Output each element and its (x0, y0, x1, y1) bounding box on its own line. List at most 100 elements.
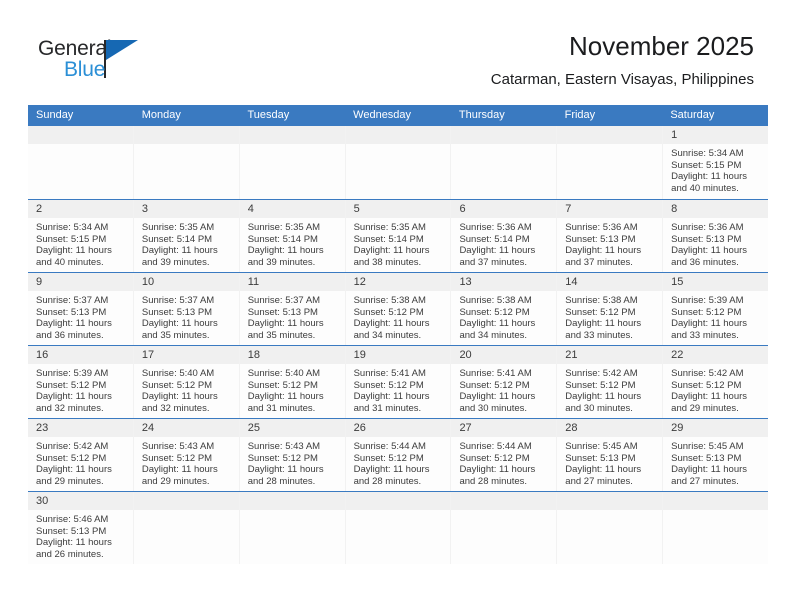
day-number: 14 (557, 273, 663, 291)
day-number: 22 (663, 346, 769, 364)
day-cell[interactable]: 24 Sunrise: 5:43 AM Sunset: 5:12 PM Dayligh… (132, 419, 239, 491)
day-cell[interactable]: 30 Sunrise: 5:46 AM Sunset: 5:13 PM Dayligh… (28, 492, 133, 564)
day-cell[interactable]: 19 Sunrise: 5:41 AM Sunset: 5:12 PM Dayligh… (344, 346, 451, 418)
weekday-header-thursday: Thursday (458, 109, 505, 121)
day-cell[interactable]: 4 Sunrise: 5:35 AM Sunset: 5:14 PM Daylight… (238, 200, 345, 272)
sunset-time: Sunset: 5:14 PM (141, 233, 213, 245)
sunrise-time: Sunrise: 5:42 AM (565, 368, 638, 379)
daylight-duration: Daylight: 11 hours and 28 minutes. (247, 464, 324, 487)
day-sun-info: Sunrise: 5:46 AM Sunset: 5:13 PM Daylight:… (28, 510, 133, 560)
daylight-duration: Daylight: 11 hours and 37 minutes. (565, 245, 642, 268)
day-number (133, 126, 239, 144)
daylight-duration: Daylight: 11 hours and 32 minutes. (36, 391, 112, 414)
day-cell[interactable]: 2 Sunrise: 5:34 AM Sunset: 5:15 PM Daylight… (28, 200, 133, 272)
sunrise-time: Sunrise: 5:38 AM (565, 295, 638, 306)
week-row: 30 Sunrise: 5:46 AM Sunset: 5:13 PM Dayligh… (28, 491, 769, 564)
day-cell-empty (132, 492, 239, 564)
sunset-time: Sunset: 5:12 PM (565, 306, 636, 318)
daylight-duration: Daylight: 11 hours and 29 minutes. (36, 464, 112, 487)
day-sun-info: Sunrise: 5:37 AM Sunset: 5:13 PM Daylight:… (28, 291, 133, 341)
day-cell[interactable]: 15 Sunrise: 5:39 AM Sunset: 5:12 PM Dayligh… (662, 273, 769, 345)
day-cell[interactable]: 9 Sunrise: 5:37 AM Sunset: 5:13 PM Daylight… (28, 273, 133, 345)
day-number: 25 (239, 419, 345, 437)
day-cell[interactable]: 21 Sunrise: 5:42 AM Sunset: 5:12 PM Dayligh… (556, 346, 663, 418)
day-number: 3 (133, 200, 239, 218)
sunrise-time: Sunrise: 5:34 AM (36, 222, 109, 233)
day-number: 13 (451, 273, 557, 291)
daylight-duration: Daylight: 11 hours and 37 minutes. (459, 245, 536, 268)
day-sun-info: Sunrise: 5:34 AM Sunset: 5:15 PM Daylight:… (663, 144, 768, 194)
day-cell[interactable]: 26 Sunrise: 5:44 AM Sunset: 5:12 PM Dayligh… (344, 419, 451, 491)
day-cell[interactable]: 5 Sunrise: 5:35 AM Sunset: 5:14 PM Daylight… (344, 200, 451, 272)
day-cell[interactable]: 3 Sunrise: 5:35 AM Sunset: 5:14 PM Daylight… (132, 200, 239, 272)
sunset-time: Sunset: 5:12 PM (459, 379, 530, 391)
day-sun-info: Sunrise: 5:37 AM Sunset: 5:13 PM Daylight:… (240, 291, 345, 341)
day-sun-info: Sunrise: 5:38 AM Sunset: 5:12 PM Daylight:… (451, 291, 556, 341)
day-cell[interactable]: 22 Sunrise: 5:42 AM Sunset: 5:12 PM Dayligh… (662, 346, 769, 418)
day-number (239, 126, 345, 144)
general-blue-logo[interactable]: General Blue (38, 38, 188, 90)
sunrise-time: Sunrise: 5:43 AM (141, 441, 215, 452)
day-sun-info: Sunrise: 5:42 AM Sunset: 5:12 PM Daylight:… (663, 364, 768, 414)
day-cell[interactable]: 7 Sunrise: 5:36 AM Sunset: 5:13 PM Daylight… (556, 200, 663, 272)
day-cell[interactable]: 27 Sunrise: 5:44 AM Sunset: 5:12 PM Dayligh… (450, 419, 557, 491)
day-number: 12 (345, 273, 451, 291)
sunrise-time: Sunrise: 5:37 AM (247, 295, 321, 306)
daylight-duration: Daylight: 11 hours and 36 minutes. (36, 318, 112, 341)
sunset-time: Sunset: 5:15 PM (36, 233, 107, 245)
sunrise-time: Sunrise: 5:45 AM (565, 441, 638, 452)
day-sun-info: Sunrise: 5:38 AM Sunset: 5:12 PM Daylight:… (346, 291, 451, 341)
day-number (451, 126, 557, 144)
day-number: 29 (663, 419, 769, 437)
day-cell[interactable]: 23 Sunrise: 5:42 AM Sunset: 5:12 PM Dayligh… (28, 419, 133, 491)
week-row: 16 Sunrise: 5:39 AM Sunset: 5:12 PM Dayligh… (28, 345, 769, 418)
sunset-time: Sunset: 5:13 PM (671, 233, 742, 245)
day-cell[interactable]: 16 Sunrise: 5:39 AM Sunset: 5:12 PM Dayligh… (28, 346, 133, 418)
sunrise-time: Sunrise: 5:38 AM (459, 295, 532, 306)
calendar-grid: Sunday Monday Tuesday Wednesday Thursday Frid… (28, 105, 769, 564)
sunset-time: Sunset: 5:12 PM (353, 306, 424, 318)
day-number: 6 (451, 200, 557, 218)
day-cell[interactable]: 12 Sunrise: 5:38 AM Sunset: 5:12 PM Dayligh… (344, 273, 451, 345)
sunrise-time: Sunrise: 5:36 AM (565, 222, 638, 233)
day-cell[interactable]: 17 Sunrise: 5:40 AM Sunset: 5:12 PM Dayligh… (132, 346, 239, 418)
day-cell[interactable]: 18 Sunrise: 5:40 AM Sunset: 5:12 PM Dayligh… (238, 346, 345, 418)
sunrise-time: Sunrise: 5:36 AM (671, 222, 744, 233)
day-sun-info: Sunrise: 5:42 AM Sunset: 5:12 PM Daylight:… (557, 364, 662, 414)
sunset-time: Sunset: 5:12 PM (565, 379, 636, 391)
sunrise-time: Sunrise: 5:44 AM (353, 441, 426, 452)
day-number: 23 (28, 419, 133, 437)
day-number: 1 (663, 126, 769, 144)
sunset-time: Sunset: 5:13 PM (141, 306, 213, 318)
day-sun-info: Sunrise: 5:36 AM Sunset: 5:14 PM Daylight:… (451, 218, 556, 268)
day-sun-info: Sunrise: 5:39 AM Sunset: 5:12 PM Daylight:… (663, 291, 768, 341)
day-cell[interactable]: 14 Sunrise: 5:38 AM Sunset: 5:12 PM Dayligh… (556, 273, 663, 345)
day-cell[interactable]: 25 Sunrise: 5:43 AM Sunset: 5:12 PM Dayligh… (238, 419, 345, 491)
day-cell[interactable]: 13 Sunrise: 5:38 AM Sunset: 5:12 PM Dayligh… (450, 273, 557, 345)
daylight-duration: Daylight: 11 hours and 29 minutes. (141, 464, 218, 487)
day-cell[interactable]: 20 Sunrise: 5:41 AM Sunset: 5:12 PM Dayligh… (450, 346, 557, 418)
sunset-time: Sunset: 5:12 PM (247, 452, 318, 464)
day-sun-info: Sunrise: 5:35 AM Sunset: 5:14 PM Daylight:… (240, 218, 345, 268)
daylight-duration: Daylight: 11 hours and 32 minutes. (141, 391, 218, 414)
day-number: 11 (239, 273, 345, 291)
day-cell[interactable]: 6 Sunrise: 5:36 AM Sunset: 5:14 PM Daylight… (450, 200, 557, 272)
day-cell[interactable]: 11 Sunrise: 5:37 AM Sunset: 5:13 PM Dayligh… (238, 273, 345, 345)
day-cell[interactable]: 28 Sunrise: 5:45 AM Sunset: 5:13 PM Dayligh… (556, 419, 663, 491)
day-cell-empty (662, 492, 769, 564)
sunset-time: Sunset: 5:13 PM (36, 306, 107, 318)
day-number: 18 (239, 346, 345, 364)
day-cell[interactable]: 8 Sunrise: 5:36 AM Sunset: 5:13 PM Daylight… (662, 200, 769, 272)
sunset-time: Sunset: 5:13 PM (671, 452, 742, 464)
day-cell[interactable]: 29 Sunrise: 5:45 AM Sunset: 5:13 PM Dayligh… (662, 419, 769, 491)
day-number: 9 (28, 273, 133, 291)
day-cell[interactable]: 1 Sunrise: 5:34 AM Sunset: 5:15 PM Daylight… (662, 126, 769, 199)
day-cell[interactable]: 10 Sunrise: 5:37 AM Sunset: 5:13 PM Dayligh… (132, 273, 239, 345)
daylight-duration: Daylight: 11 hours and 40 minutes. (671, 171, 748, 194)
day-number: 24 (133, 419, 239, 437)
sunset-time: Sunset: 5:13 PM (565, 233, 636, 245)
day-sun-info: Sunrise: 5:42 AM Sunset: 5:12 PM Daylight:… (28, 437, 133, 487)
sunrise-time: Sunrise: 5:35 AM (353, 222, 426, 233)
sunset-time: Sunset: 5:12 PM (247, 379, 318, 391)
title-block: November 2025 Catarman, Eastern Visayas,… (491, 30, 754, 90)
